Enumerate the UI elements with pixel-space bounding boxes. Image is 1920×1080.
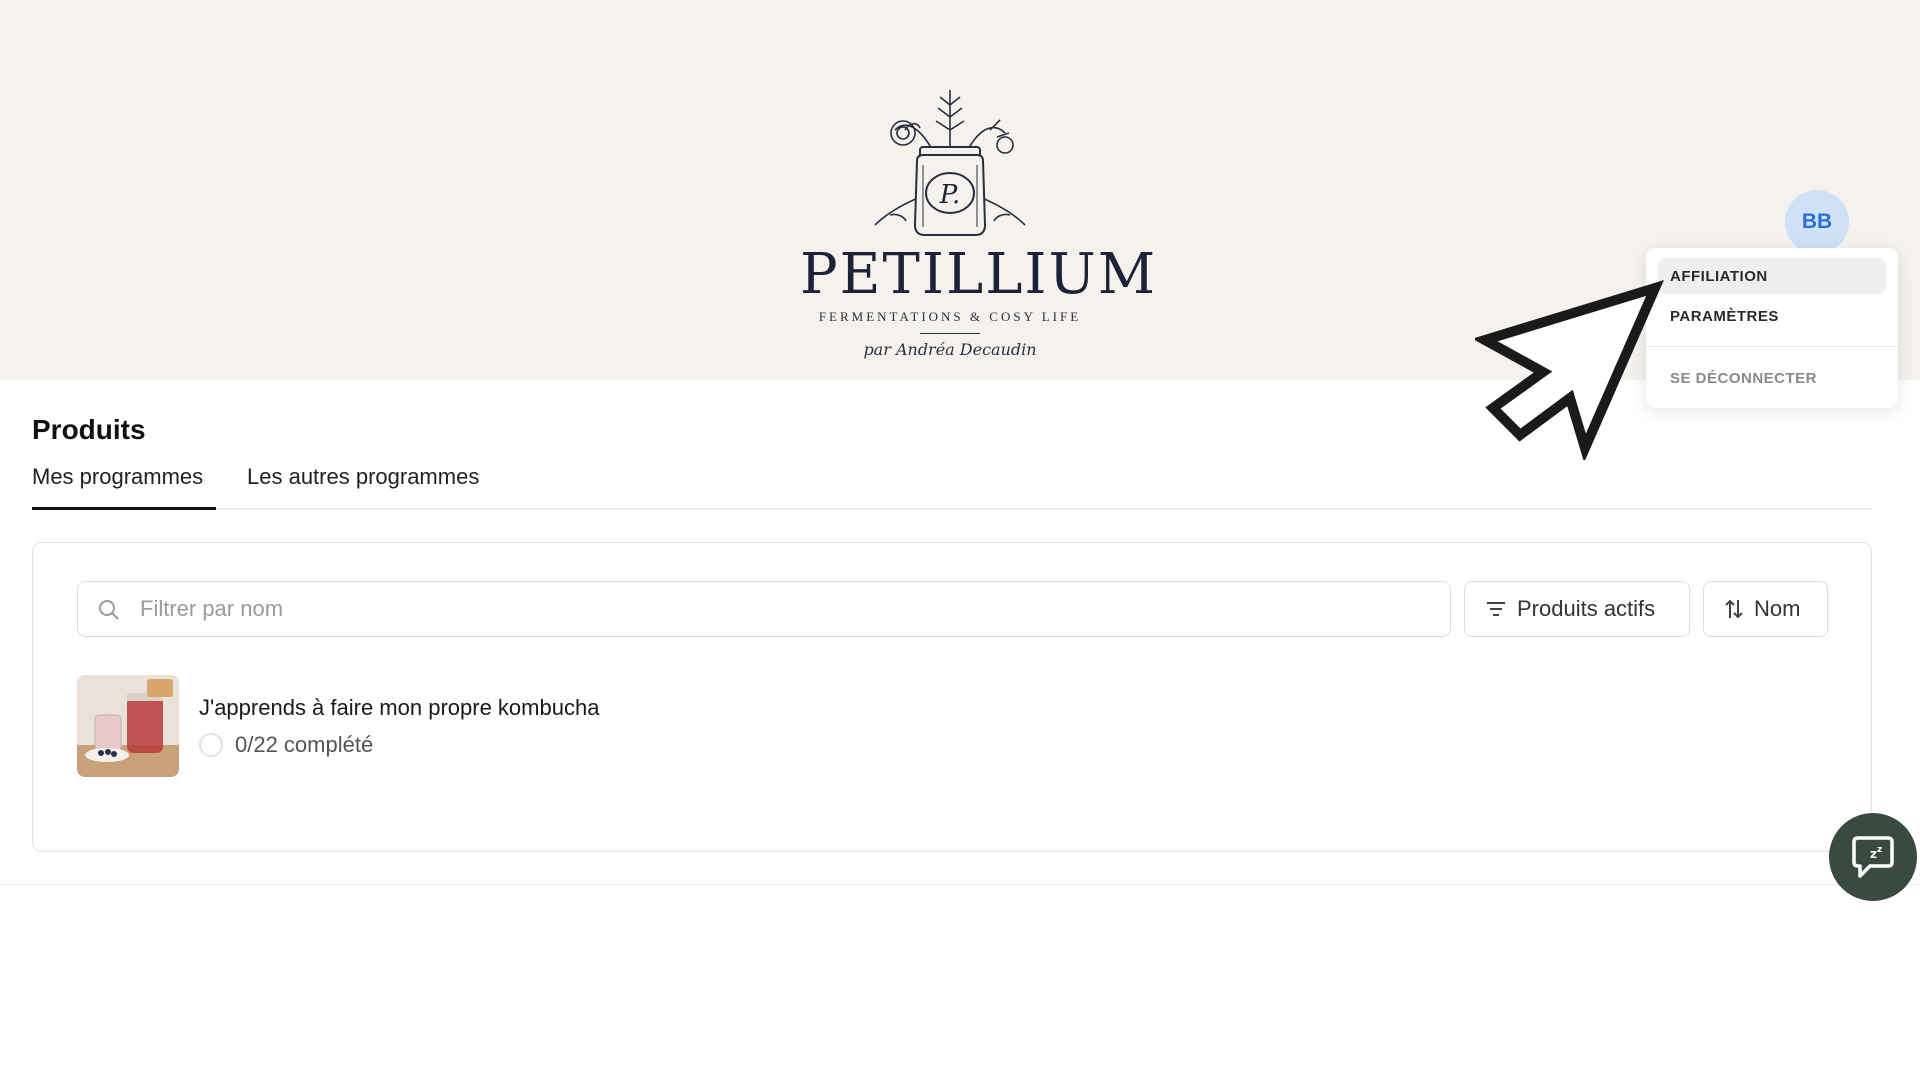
brand-logo[interactable]: P. PETILLIUM FERMENTATIONS & COSY LIFE p… [800,85,1158,360]
search-icon [99,600,119,620]
menu-item-parametres[interactable]: PARAMÈTRES [1658,298,1886,334]
tab-bar: Mes programmes Les autres programmes [32,460,1872,510]
jar-with-herbs-icon: P. [874,90,1026,236]
svg-text:z: z [1877,845,1882,855]
filter-button-label: Produits actifs [1517,596,1656,621]
sort-arrows-icon [1725,599,1743,619]
menu-item-logout[interactable]: SE DÉCONNECTER [1658,360,1886,396]
products-card: Produits actifs Nom [32,542,1872,852]
svg-text:z: z [1870,847,1877,861]
tab-mes-programmes[interactable]: Mes programmes [32,464,216,510]
chat-sleep-icon: z z [1852,836,1894,878]
pointer-cursor-icon [1475,280,1664,460]
menu-divider [1646,346,1898,347]
sort-button[interactable]: Nom [1703,581,1828,637]
progress-ring-icon [199,733,223,757]
search-box[interactable] [77,581,1451,637]
brand-tagline: FERMENTATIONS & COSY LIFE [818,309,1082,324]
product-thumbnail[interactable] [77,675,179,777]
logo-divider [920,333,980,334]
filter-button[interactable]: Produits actifs [1464,581,1690,637]
page-divider [0,884,1920,885]
page-title: Produits [32,414,146,445]
chat-widget-button[interactable]: z z [1829,813,1917,901]
app-root: P. PETILLIUM FERMENTATIONS & COSY LIFE p… [0,0,1920,1080]
sort-button-label: Nom [1754,596,1801,621]
filter-icon [1487,602,1505,616]
user-menu: AFFILIATION PARAMÈTRES SE DÉCONNECTER [1646,248,1898,408]
svg-text:P.: P. [939,180,961,210]
search-input[interactable] [140,592,1430,626]
user-avatar[interactable]: BB [1785,190,1849,254]
product-status: 0/22 complété [235,732,374,757]
menu-item-affiliation[interactable]: AFFILIATION [1658,258,1886,294]
product-title[interactable]: J'apprends à faire mon propre kombucha [199,695,599,721]
kombucha-jar-photo [77,675,179,777]
tab-autres-programmes[interactable]: Les autres programmes [247,464,479,510]
brand-name: PETILLIUM [800,242,1158,307]
product-item[interactable]: J'apprends à faire mon propre kombucha 0… [77,675,777,777]
brand-signature: par Andréa Decaudin [863,340,1037,359]
product-progress: 0/22 complété [199,731,373,759]
